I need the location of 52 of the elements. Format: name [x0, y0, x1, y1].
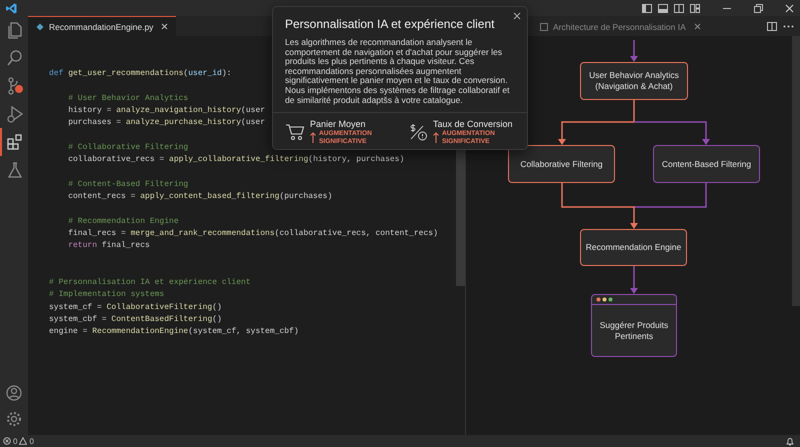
code-line: # Personnalisation IA et expérience client — [49, 277, 251, 290]
flow-node: Recommendation Engine — [580, 229, 687, 266]
code-line: # Recommendation Engine — [67, 216, 179, 228]
python-file-icon — [36, 22, 44, 30]
more-icon[interactable] — [783, 24, 794, 28]
file-icon — [540, 22, 548, 30]
code-line: final_recs = merge_and_rank_recommendations(collaborative_recs, content_recs) — [67, 228, 438, 240]
node-label: Suggérer Produits Pertinents — [598, 320, 670, 342]
flow-node: Collaborative Filtering — [508, 145, 615, 183]
code-line: system_cbf = ContentBasedFiltering() — [49, 314, 222, 326]
popup-description: Les algorithmes de recommandation analysent le comportement de navigation et d'achat pour suggérer les produits les plus pertinents à chaque visiteur. Ces recommandations personnalisées augmentent significativement le panier moyen et le taux de conversion. Nous implémentons des systèmes de filtrage collaboratif et de similarité produit adaptšs à votre catalogue. — [285, 38, 510, 106]
settings-icon[interactable] — [6, 411, 22, 427]
code-line: return final_recs — [67, 240, 150, 252]
code-line: # User Behavior Analytics — [67, 92, 188, 105]
arrow-up-icon — [433, 132, 439, 144]
code-line: # Content-Based Filtering — [67, 178, 188, 191]
popup-title: Personnalisation IA et expérience client — [285, 16, 496, 32]
code-line: collaborative_recs = apply_collaborative_filtering(history, purchases) — [67, 154, 404, 166]
code-line: purchases = analyze_purchase_history(user — [67, 117, 266, 130]
code-line: def get_user_recommendations(user_id): — [49, 68, 232, 80]
code-line: # Collaborative Filtering — [67, 142, 188, 154]
cart-icon — [285, 123, 305, 142]
split-layout-icon[interactable] — [674, 4, 684, 12]
metric-label: Panier Moyen — [310, 119, 366, 130]
panel-layout-icon[interactable] — [658, 4, 668, 12]
warning-icon[interactable] — [19, 437, 28, 445]
code-line: engine = RecommendationEngine(system_cf, system_cbf) — [49, 326, 299, 338]
sidebar-layout-icon[interactable] — [642, 4, 652, 12]
bell-icon[interactable] — [786, 436, 794, 446]
error-count[interactable]: 0 — [13, 436, 18, 446]
close-icon[interactable] — [694, 23, 701, 30]
flow-node: Content-Based Filtering — [653, 145, 760, 183]
code-line: history = analyze_navigation_history(user — [67, 104, 266, 117]
warning-count[interactable]: 0 — [29, 436, 34, 446]
close-icon[interactable] — [785, 4, 794, 12]
code-line: # Implementation systems — [49, 289, 164, 302]
close-icon[interactable] — [513, 12, 521, 20]
close-icon[interactable] — [161, 23, 168, 30]
editor-tab[interactable]: RecommandationEngine.py — [28, 16, 176, 36]
code-line: system_cf = CollaborativeFiltering() — [49, 302, 222, 314]
account-icon[interactable] — [6, 385, 22, 401]
connector-arrow — [630, 40, 638, 62]
app-logo-icon — [6, 2, 17, 14]
arrow-up-icon — [310, 132, 316, 144]
dollar-percent-icon — [408, 123, 428, 142]
metric-label: Taux de Conversion — [433, 119, 514, 130]
split-editor-icon[interactable] — [767, 22, 777, 30]
grid-layout-icon[interactable] — [690, 4, 700, 12]
restore-icon[interactable] — [754, 4, 763, 12]
flow-node: User Behavior Analytics (Navigation & Achat) — [580, 62, 688, 100]
code-line: content_recs = apply_content_based_filtering(purchases) — [67, 190, 332, 203]
error-icon[interactable] — [3, 437, 11, 445]
